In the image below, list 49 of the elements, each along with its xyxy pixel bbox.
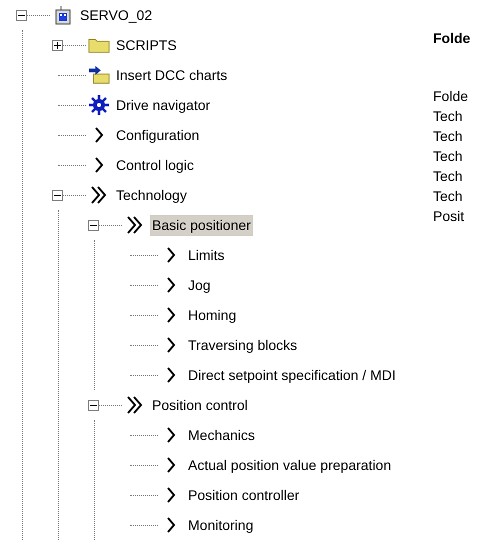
tree-item[interactable]: Control logic (114, 154, 196, 176)
double-chevron-icon (126, 216, 144, 234)
panel-line: Tech (433, 147, 464, 166)
tree-item[interactable]: Position control (150, 394, 250, 416)
panel-line: Tech (433, 187, 464, 206)
tree-item[interactable]: Insert DCC charts (114, 64, 230, 86)
panel-heading: Folde (433, 29, 470, 48)
chevron-icon (94, 157, 104, 173)
tree-item[interactable]: Homing (186, 304, 238, 326)
tree-item[interactable]: SCRIPTS (114, 34, 179, 56)
panel-line: Posit (433, 207, 466, 226)
panel-line: Tech (433, 107, 464, 126)
chevron-icon (166, 247, 176, 263)
device-icon (55, 5, 71, 25)
panel-line: Folde (433, 87, 470, 106)
tree-item[interactable]: Actual position value preparation (186, 454, 394, 476)
tree-item[interactable]: Drive navigator (114, 94, 212, 116)
chevron-icon (166, 487, 176, 503)
arrow-folder-icon (88, 65, 110, 85)
chevron-icon (166, 457, 176, 473)
collapse-button[interactable] (88, 400, 99, 410)
collapse-button[interactable] (88, 220, 99, 230)
collapse-button[interactable] (16, 10, 27, 20)
expand-button[interactable] (52, 40, 63, 50)
chevron-icon (166, 337, 176, 353)
tree-item[interactable]: Configuration (114, 124, 202, 146)
folder-icon (88, 36, 110, 54)
tree-item[interactable]: Technology (114, 184, 189, 206)
panel-line: Tech (433, 167, 464, 186)
tree-item[interactable]: Position controller (186, 484, 302, 506)
tree-item[interactable]: Basic positioner (150, 214, 253, 236)
tree-item[interactable]: Jog (186, 274, 213, 296)
tree-item[interactable]: Monitoring (186, 514, 256, 536)
panel-line: Tech (433, 127, 464, 146)
wheel-icon (88, 94, 110, 116)
chevron-icon (166, 427, 176, 443)
chevron-icon (166, 277, 176, 293)
tree-item[interactable]: Limits (186, 244, 227, 266)
tree-item[interactable]: SERVO_02 (78, 4, 154, 26)
chevron-icon (166, 307, 176, 323)
tree-item[interactable]: Traversing blocks (186, 334, 300, 356)
double-chevron-icon (126, 396, 144, 414)
double-chevron-icon (90, 186, 108, 204)
collapse-button[interactable] (52, 190, 63, 200)
tree-item[interactable]: Mechanics (186, 424, 257, 446)
chevron-icon (166, 367, 176, 383)
chevron-icon (94, 127, 104, 143)
chevron-icon (166, 517, 176, 533)
tree-item[interactable]: Direct setpoint specification / MDI (186, 364, 398, 386)
